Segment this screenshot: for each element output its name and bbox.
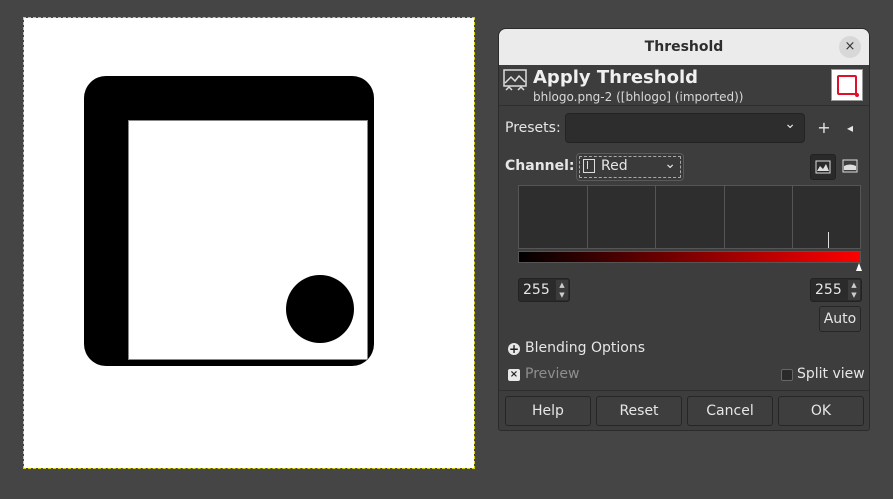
chevron-down-icon: ⌄: [784, 116, 796, 132]
channel-icon: [583, 159, 595, 173]
separator: [499, 105, 869, 106]
linear-histogram-icon[interactable]: [810, 154, 836, 180]
histogram-spike: [828, 232, 829, 248]
threshold-icon: [503, 69, 527, 91]
channel-value: Red: [601, 158, 628, 174]
low-threshold-value: 255: [523, 282, 550, 298]
log-histogram-icon[interactable]: [838, 154, 864, 180]
high-threshold-spinner[interactable]: 255 ▲ ▼: [810, 278, 862, 302]
expand-plus-icon[interactable]: +: [508, 343, 520, 355]
preview-label: Preview: [525, 366, 580, 382]
presets-combo[interactable]: ⌄: [565, 113, 805, 143]
dialog-window-title: Threshold: [644, 39, 724, 55]
blending-options-expander[interactable]: Blending Options: [525, 340, 645, 356]
channel-label: Channel:: [505, 158, 575, 174]
reset-button[interactable]: Reset: [596, 396, 682, 426]
channel-combo[interactable]: Red ⌄: [576, 153, 684, 181]
close-icon[interactable]: ×: [839, 36, 861, 58]
dialog-title: Apply Threshold: [533, 67, 698, 88]
histogram-grid-line: [724, 186, 725, 248]
ok-button[interactable]: OK: [778, 396, 864, 426]
preset-menu-button[interactable]: ◂: [840, 118, 860, 138]
histogram-grid-line: [587, 186, 588, 248]
cancel-button[interactable]: Cancel: [687, 396, 773, 426]
dialog-header: Apply Threshold bhlogo.png-2 ([bhlogo] (…: [499, 67, 869, 107]
separator: [499, 390, 869, 391]
low-threshold-spinner[interactable]: 255 ▲ ▼: [518, 278, 570, 302]
image-canvas[interactable]: [23, 17, 475, 469]
histogram-grid-line: [792, 186, 793, 248]
chevron-down-icon: ⌄: [664, 156, 676, 172]
dialog-titlebar: Threshold ×: [499, 29, 869, 65]
spinner-arrows[interactable]: ▲ ▼: [556, 280, 568, 300]
split-view-label: Split view: [797, 366, 865, 382]
auto-button[interactable]: Auto: [819, 306, 861, 332]
spinner-arrows[interactable]: ▲ ▼: [848, 280, 860, 300]
high-threshold-value: 255: [815, 282, 842, 298]
image-name: bhlogo.png-2 ([bhlogo] (imported)): [533, 90, 744, 104]
add-preset-button[interactable]: +: [814, 118, 834, 138]
threshold-handle[interactable]: [856, 263, 862, 271]
threshold-dialog: Threshold × Apply Threshold bhlogo.png-2…: [498, 28, 870, 431]
split-view-checkbox[interactable]: [781, 369, 793, 381]
channel-gradient-bar: [518, 251, 861, 263]
preview-checkbox[interactable]: ×: [508, 369, 520, 381]
histogram-view[interactable]: [518, 185, 861, 249]
histogram-grid-line: [655, 186, 656, 248]
logo-dot: [286, 275, 354, 343]
image-thumbnail-icon: [831, 69, 863, 101]
help-button[interactable]: Help: [505, 396, 591, 426]
presets-label: Presets:: [505, 120, 561, 136]
